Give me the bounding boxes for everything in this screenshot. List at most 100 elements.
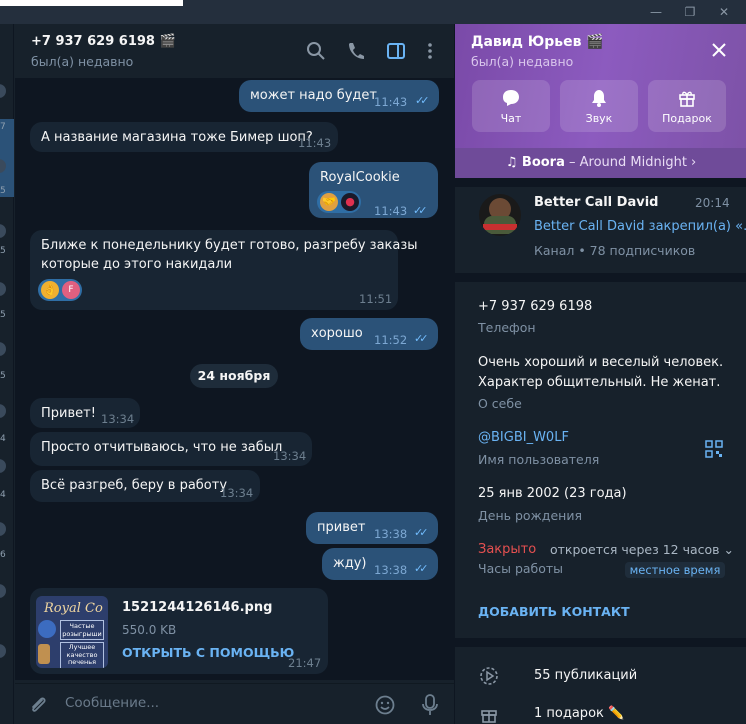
message-time: 13:38: [374, 527, 408, 541]
chat-list-badge: 7: [0, 122, 6, 132]
sound-action-button[interactable]: Звук: [560, 80, 638, 132]
channel-meta: Канал • 78 подписчиков: [534, 243, 696, 258]
profile-phone[interactable]: +7 937 629 6198: [478, 299, 592, 314]
message-time: 13:34: [273, 449, 307, 463]
message-outgoing[interactable]: хорошо 11:52 ✓✓: [300, 318, 438, 350]
chat-list-badge: 5: [0, 246, 6, 256]
channel-pinned[interactable]: Better Call David закрепил(а) «...: [534, 219, 746, 234]
microphone-icon[interactable]: [419, 693, 441, 717]
username-label: Имя пользователя: [478, 452, 600, 467]
business-closed: Закрыто: [478, 542, 537, 557]
bio-label: О себе: [478, 396, 522, 411]
message-incoming[interactable]: Ближе к понедельнику будет готово, разгр…: [30, 230, 418, 310]
message-incoming[interactable]: А название магазина тоже Бимер шоп? 11:4…: [30, 122, 338, 152]
read-ticks-icon: ✓✓: [414, 562, 429, 575]
chat-bubble-icon: [503, 90, 519, 106]
chat-avatar[interactable]: [0, 404, 6, 418]
message-text: привет: [317, 520, 366, 535]
close-icon[interactable]: [709, 40, 729, 60]
read-ticks-icon: ✓✓: [413, 204, 428, 217]
thumbnail-caption: Лучшее качество печенья: [60, 642, 104, 668]
read-ticks-icon: ✓✓: [415, 94, 430, 107]
message-list[interactable]: может надо будет 11:43 ✓✓ А название маг…: [15, 78, 454, 680]
profile-panel: Давид Юрьев 🎬 был(а) недавно Чат Звук По…: [454, 24, 746, 724]
message-text-line: Ближе к понедельнику будет готово, разгр…: [41, 238, 418, 253]
reaction-chip[interactable]: 👌 F: [38, 279, 82, 301]
chat-avatar[interactable]: [0, 282, 6, 296]
message-incoming[interactable]: Просто отчитываюсь, что не забыл 13:34: [30, 432, 312, 466]
message-time: 13:34: [220, 486, 254, 500]
publications-icon: [480, 667, 498, 685]
file-thumbnail[interactable]: Royal Co Частые розыгрыши Лучшее качеств…: [36, 596, 108, 668]
reactor-avatar: F: [62, 281, 80, 299]
chat-list-badge: 5: [0, 186, 6, 196]
channel-avatar[interactable]: [479, 194, 521, 236]
maximize-button[interactable]: ❐: [680, 3, 700, 21]
profile-username[interactable]: @BIGBI_W0LF: [478, 430, 569, 445]
chat-avatar[interactable]: [0, 84, 6, 98]
open-with-button[interactable]: ОТКРЫТЬ С ПОМОЩЬЮ: [122, 644, 294, 662]
profile-music-bar[interactable]: ♫ Boora – Around Midnight ›: [455, 148, 746, 178]
section-divider: [455, 273, 746, 282]
message-input[interactable]: Сообщение...: [65, 695, 159, 711]
chat-list-badge: 4: [0, 490, 6, 500]
message-text: хорошо: [311, 326, 363, 341]
title-bar-highlight: [0, 0, 183, 6]
message-outgoing[interactable]: RoyalCookie 🤝 ● 11:43 ✓✓: [309, 162, 438, 218]
chat-list-badge: 4: [0, 434, 6, 444]
message-outgoing[interactable]: может надо будет 11:43 ✓✓: [239, 80, 439, 112]
add-contact-button[interactable]: ДОБАВИТЬ КОНТАКТ: [478, 604, 630, 619]
cookie-image: [38, 644, 50, 664]
file-message[interactable]: Royal Co Частые розыгрыши Лучшее качеств…: [30, 588, 328, 674]
chat-list-badge: 5: [0, 310, 6, 320]
qr-code-icon[interactable]: [705, 440, 723, 458]
chat-action-button[interactable]: Чат: [472, 80, 550, 132]
gift-icon: [679, 91, 695, 107]
business-opens[interactable]: откроется через 12 часов ⌄: [550, 542, 734, 557]
local-time-toggle[interactable]: местное время: [625, 562, 725, 578]
chat-avatar[interactable]: [0, 224, 6, 238]
chat-title[interactable]: +7 937 629 6198 🎬: [31, 34, 176, 49]
profile-birthday: 25 янв 2002 (23 года): [478, 486, 627, 501]
message-outgoing[interactable]: привет 13:38 ✓✓: [306, 512, 438, 544]
chat-list-strip[interactable]: 7 5 5 5 5 4 4 6: [0, 24, 14, 724]
chat-avatar[interactable]: [0, 644, 6, 658]
message-text: А название магазина тоже Бимер шоп?: [41, 130, 313, 145]
minimize-button[interactable]: —: [646, 3, 666, 21]
message-time: 13:34: [101, 412, 135, 426]
gift-icon: [481, 710, 497, 723]
gifts-count[interactable]: 1 подарок ✏️: [534, 706, 624, 721]
message-outgoing[interactable]: жду) 13:38 ✓✓: [322, 548, 438, 580]
chat-avatar[interactable]: [0, 459, 6, 473]
sidebar-toggle-icon[interactable]: [385, 40, 407, 62]
phone-icon[interactable]: [345, 40, 367, 62]
publications-count[interactable]: 55 публикаций: [534, 668, 637, 683]
message-text-line: которые до этого накидали: [41, 257, 233, 272]
composer-bar[interactable]: Сообщение...: [15, 683, 454, 724]
section-divider: [455, 178, 746, 187]
message-time: 13:38: [374, 563, 408, 577]
avatar-banner: [483, 224, 517, 230]
birthday-label: День рождения: [478, 508, 582, 523]
reaction-chip[interactable]: 🤝 ●: [317, 191, 361, 213]
attach-icon[interactable]: [27, 694, 49, 716]
message-text: Просто отчитываюсь, что не забыл: [41, 440, 283, 455]
ok-hand-icon: 👌: [41, 281, 59, 299]
search-icon[interactable]: [305, 40, 327, 62]
message-time: 11:51: [359, 292, 393, 306]
more-menu-icon[interactable]: [419, 40, 441, 62]
chat-avatar[interactable]: [0, 342, 6, 356]
close-window-button[interactable]: ✕: [714, 3, 734, 21]
message-incoming[interactable]: Привет! 13:34: [30, 398, 140, 428]
gift-action-button[interactable]: Подарок: [648, 80, 726, 132]
bio-line: Характер общительный. Не женат.: [478, 375, 721, 390]
thumbnail-title: Royal Co: [44, 601, 103, 616]
chat-header[interactable]: +7 937 629 6198 🎬 был(а) недавно: [15, 24, 454, 78]
chat-avatar[interactable]: [0, 522, 6, 536]
thumbnail-caption: Частые розыгрыши: [60, 620, 104, 640]
emoji-icon[interactable]: [374, 694, 396, 716]
hours-label: Часы работы: [478, 561, 564, 576]
channel-name[interactable]: Better Call David: [534, 195, 658, 210]
chat-avatar[interactable]: [0, 584, 6, 598]
message-incoming[interactable]: Всё разгреб, беру в работу 13:34: [30, 470, 260, 502]
